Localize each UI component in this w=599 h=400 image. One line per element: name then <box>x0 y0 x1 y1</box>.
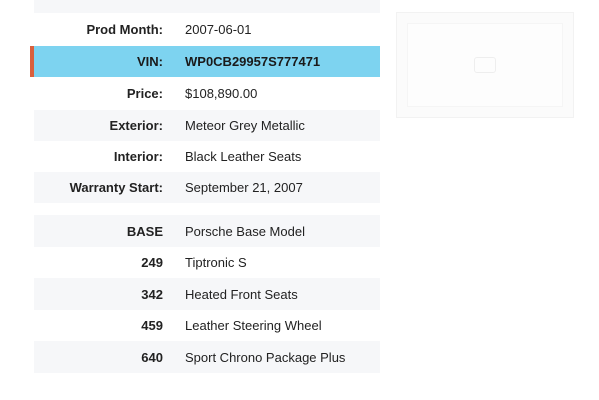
top-strip <box>34 0 380 13</box>
option-code: 640 <box>141 349 163 365</box>
spec-label: Price: <box>126 86 163 101</box>
option-row: BASE Porsche Base Model <box>34 215 380 247</box>
image-placeholder-icon <box>474 57 496 73</box>
spec-row-exterior: Exterior: Meteor Grey Metallic <box>34 110 380 141</box>
spec-value: 2007-06-01 <box>185 22 252 37</box>
spec-label: Interior: <box>113 149 163 164</box>
option-description: Leather Steering Wheel <box>185 318 322 333</box>
spec-label: Warranty Start: <box>69 180 163 195</box>
option-code: 342 <box>141 286 163 302</box>
spec-value: $108,890.00 <box>185 86 258 101</box>
spec-row-price: Price: $108,890.00 <box>34 77 380 110</box>
option-description: Heated Front Seats <box>185 286 298 302</box>
photo-frame <box>407 23 563 107</box>
spec-value: Meteor Grey Metallic <box>185 118 305 133</box>
option-row: 640 Sport Chrono Package Plus <box>34 341 380 373</box>
spec-label: Exterior: <box>109 118 163 133</box>
vehicle-photo-placeholder[interactable] <box>396 12 574 118</box>
option-code: 459 <box>141 318 163 333</box>
spec-value: September 21, 2007 <box>185 180 303 195</box>
option-row: 249 Tiptronic S <box>34 247 380 278</box>
spec-row-prod-month: Prod Month: 2007-06-01 <box>34 13 380 46</box>
option-row: 342 Heated Front Seats <box>34 278 380 310</box>
spec-label: VIN: <box>137 54 163 69</box>
highlight-accent-bar <box>30 46 34 77</box>
spec-row-vin[interactable]: VIN: WP0CB29957S777471 <box>30 46 380 77</box>
spec-row-warranty-start: Warranty Start: September 21, 2007 <box>34 172 380 203</box>
vin-value: WP0CB29957S777471 <box>185 54 321 69</box>
option-description: Sport Chrono Package Plus <box>185 349 346 365</box>
option-code: BASE <box>126 223 163 239</box>
option-code: 249 <box>141 255 163 270</box>
option-description: Porsche Base Model <box>185 223 305 239</box>
spec-row-interior: Interior: Black Leather Seats <box>34 141 380 172</box>
option-row: 459 Leather Steering Wheel <box>34 310 380 341</box>
spec-label: Prod Month: <box>86 22 163 37</box>
option-description: Tiptronic S <box>185 255 247 270</box>
spec-value: Black Leather Seats <box>185 149 302 164</box>
